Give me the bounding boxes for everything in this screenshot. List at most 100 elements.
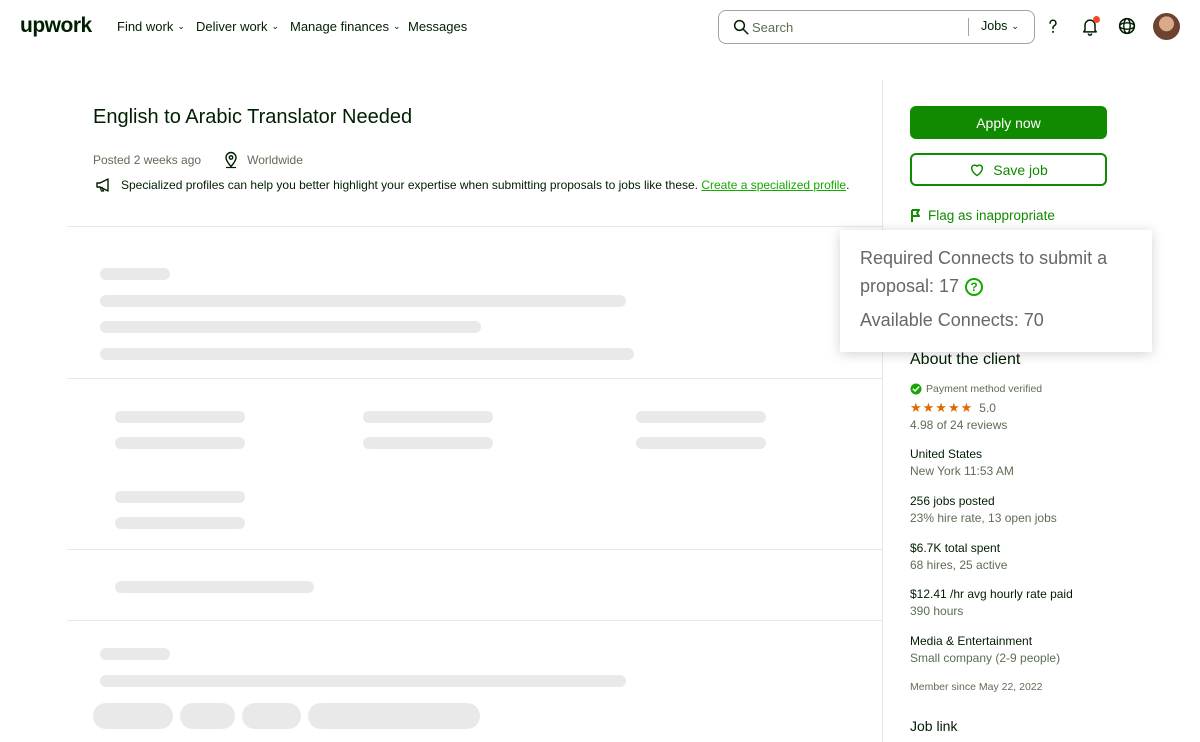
question-circle-icon[interactable]: ? <box>965 278 984 297</box>
nav-find-work-label: Find work <box>117 19 174 34</box>
save-job-label: Save job <box>993 161 1048 178</box>
loading-placeholder <box>242 703 301 729</box>
loading-placeholder <box>636 437 766 449</box>
star-rating-icon: ★★★★★ <box>910 400 974 415</box>
upwork-logo[interactable]: upwork <box>20 14 92 38</box>
specialized-profile-promo: Specialized profiles can help you better… <box>95 177 849 193</box>
nav-messages[interactable]: Messages <box>408 19 467 34</box>
search-box: Jobs ⌄ <box>718 10 1035 44</box>
loading-placeholder <box>93 703 173 729</box>
client-rating: ★★★★★ 5.0 <box>910 400 996 416</box>
section-divider <box>67 378 883 379</box>
location-pin-icon <box>225 151 237 169</box>
nav-messages-label: Messages <box>408 19 468 34</box>
available-connects-text: Available Connects: 70 <box>860 310 1044 330</box>
hours-billed: 390 hours <box>910 604 964 618</box>
loading-placeholder <box>363 437 493 449</box>
hire-rate: 23% hire rate, 13 open jobs <box>910 511 1057 525</box>
search-input[interactable] <box>752 18 952 36</box>
avg-hourly-rate: $12.41 /hr avg hourly rate paid <box>910 587 1073 601</box>
jobs-posted: 256 jobs posted <box>910 494 995 508</box>
promo-text: Specialized profiles can help you better… <box>121 178 698 192</box>
save-job-button[interactable]: Save job <box>910 153 1107 186</box>
notification-dot <box>1093 16 1100 23</box>
loading-placeholder <box>115 437 245 449</box>
client-jobs: 256 jobs posted 23% hire rate, 13 open j… <box>910 493 1057 527</box>
payment-verified: Payment method verified <box>910 383 1042 395</box>
company-size: Small company (2-9 people) <box>910 651 1061 665</box>
nav-find-work[interactable]: Find work ⌄ <box>117 19 185 34</box>
loading-placeholder <box>363 411 493 423</box>
search-divider <box>968 18 969 36</box>
loading-placeholder <box>100 268 170 280</box>
heart-icon <box>971 164 984 177</box>
nav-manage-finances-label: Manage finances <box>290 19 390 34</box>
reviews-summary: 4.98 of 24 reviews <box>910 417 1007 434</box>
loading-placeholder <box>308 703 480 729</box>
location-label: Worldwide <box>247 153 303 167</box>
job-link-title: Job link <box>910 718 958 734</box>
create-specialized-profile-link[interactable]: Create a specialized profile <box>701 178 846 192</box>
notification-bell-icon[interactable] <box>1078 14 1102 38</box>
help-icon[interactable] <box>1041 14 1065 38</box>
loading-placeholder <box>180 703 235 729</box>
apply-now-button[interactable]: Apply now <box>910 106 1107 139</box>
verified-check-icon <box>910 383 922 395</box>
loading-placeholder <box>100 295 626 307</box>
client-country: United States <box>910 447 983 461</box>
chevron-down-icon: ⌄ <box>271 21 280 31</box>
required-connects-line: Required Connects to submit a proposal: … <box>860 244 1132 300</box>
client-hourly: $12.41 /hr avg hourly rate paid 390 hour… <box>910 586 1073 620</box>
chevron-down-icon: ⌄ <box>1011 20 1019 31</box>
job-sidebar: Apply now Save job Flag as inappropriate… <box>884 80 1200 742</box>
search-scope-label: Jobs <box>981 19 1008 33</box>
reviews-count: 4.98 of 24 reviews <box>910 418 1008 432</box>
nav-manage-finances[interactable]: Manage finances ⌄ <box>290 19 401 34</box>
hires-count: 68 hires, 25 active <box>910 558 1008 572</box>
rating-value: 5.0 <box>979 401 996 415</box>
section-divider <box>67 549 883 550</box>
client-location: United States New York 11:53 AM <box>910 446 1014 480</box>
loading-placeholder <box>115 581 314 593</box>
connects-tooltip: Required Connects to submit a proposal: … <box>840 230 1152 352</box>
job-details-main: English to Arabic Translator Needed Post… <box>67 80 883 742</box>
connects-icon[interactable] <box>1115 14 1139 38</box>
posted-date: Posted 2 weeks ago <box>93 153 202 167</box>
chevron-down-icon: ⌄ <box>177 21 185 31</box>
promo-end: . <box>846 178 850 192</box>
client-industry: Media & Entertainment Small company (2-9… <box>910 633 1060 667</box>
nav-deliver-work[interactable]: Deliver work ⌄ <box>196 19 279 34</box>
loading-placeholder <box>100 321 481 333</box>
section-divider <box>67 226 883 227</box>
about-client-title: About the client <box>910 351 1021 368</box>
client-spending: $6.7K total spent 68 hires, 25 active <box>910 540 1007 574</box>
payment-verified-label: Payment method verified <box>926 383 1043 395</box>
loading-placeholder <box>100 648 170 660</box>
flag-icon <box>911 208 920 222</box>
search-icon <box>733 19 749 35</box>
chevron-down-icon: ⌄ <box>393 21 401 31</box>
client-local-time: New York 11:53 AM <box>910 464 1014 478</box>
loading-placeholder <box>100 348 634 360</box>
top-navigation: upwork Find work ⌄ Deliver work ⌄ Manage… <box>0 0 1200 54</box>
section-divider <box>67 620 883 621</box>
loading-placeholder <box>100 675 626 687</box>
loading-placeholder <box>115 517 245 529</box>
required-connects-text: Required Connects to submit a proposal: … <box>860 248 1108 296</box>
flag-as-inappropriate-link[interactable]: Flag as inappropriate <box>910 208 1055 223</box>
loading-placeholder <box>636 411 766 423</box>
member-since: Member since May 22, 2022 <box>910 681 1043 693</box>
flag-label: Flag as inappropriate <box>928 208 1055 223</box>
loading-placeholder <box>115 411 245 423</box>
megaphone-icon <box>96 178 109 192</box>
nav-deliver-work-label: Deliver work <box>196 19 268 34</box>
job-location: Worldwide <box>223 151 303 169</box>
search-scope-dropdown[interactable]: Jobs ⌄ <box>981 19 1019 33</box>
job-meta: Posted 2 weeks ago Worldwide <box>93 151 303 169</box>
industry: Media & Entertainment <box>910 634 1033 648</box>
total-spent: $6.7K total spent <box>910 541 1001 555</box>
avatar[interactable] <box>1153 13 1180 40</box>
job-title: English to Arabic Translator Needed <box>93 106 413 128</box>
promo-text-wrap: Specialized profiles can help you better… <box>121 178 849 192</box>
loading-placeholder <box>115 491 245 503</box>
